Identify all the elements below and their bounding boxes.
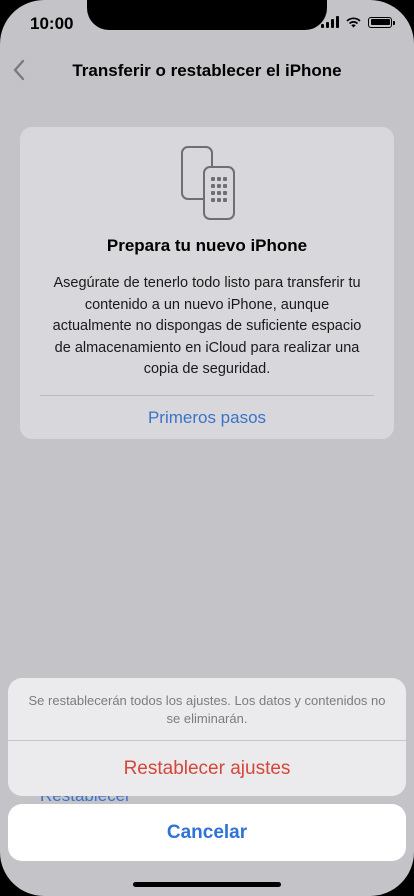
get-started-link[interactable]: Primeros pasos bbox=[20, 408, 394, 428]
reset-settings-button[interactable]: Restablecer ajustes bbox=[8, 741, 406, 796]
card-description: Asegúrate de tenerlo todo listo para tra… bbox=[52, 275, 362, 377]
page-title: Transferir o restablecer el iPhone bbox=[72, 61, 342, 80]
two-phones-transfer-icon bbox=[181, 146, 235, 220]
prepare-iphone-card: Prepara tu nuevo iPhone Asegúrate de ten… bbox=[20, 127, 394, 439]
cancel-button[interactable]: Cancelar bbox=[8, 804, 406, 861]
reset-action-sheet: Se restablecerán todos los ajustes. Los … bbox=[8, 678, 406, 796]
navigation-bar: Transferir o restablecer el iPhone bbox=[0, 52, 414, 92]
card-divider bbox=[40, 395, 374, 396]
status-bar: 10:00 bbox=[0, 0, 414, 46]
home-indicator[interactable] bbox=[133, 882, 281, 887]
status-time: 10:00 bbox=[30, 14, 74, 33]
wifi-icon bbox=[346, 17, 361, 28]
phone-screen: 10:00 Transferir o restablecer el iPhone bbox=[0, 0, 414, 896]
status-icons bbox=[321, 16, 395, 28]
card-title: Prepara tu nuevo iPhone bbox=[106, 236, 308, 255]
battery-icon bbox=[368, 16, 395, 28]
action-sheet-message: Se restablecerán todos los ajustes. Los … bbox=[28, 693, 386, 726]
cellular-signal-icon bbox=[321, 16, 339, 28]
